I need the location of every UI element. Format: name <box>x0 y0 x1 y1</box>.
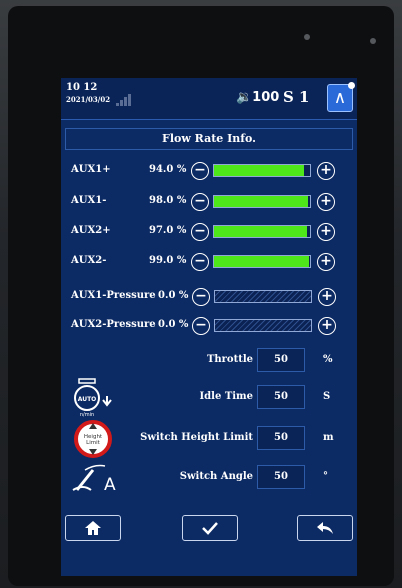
flow-label: AUX2+ <box>71 225 111 236</box>
svg-text:Limit: Limit <box>86 440 100 446</box>
flow-bar-fill <box>214 226 308 237</box>
flow-bar <box>214 290 312 303</box>
volume-indicator: 🔉100 <box>236 90 280 105</box>
increase-button[interactable]: + <box>317 162 335 180</box>
page-title: Flow Rate Info. <box>65 128 353 150</box>
switch-height-limit-input[interactable]: 50 <box>257 426 305 450</box>
flow-row-aux1-: AUX1+ 94.0 % − + <box>61 161 357 181</box>
decrease-button[interactable]: − <box>191 253 209 271</box>
flow-bar-fill <box>214 256 310 267</box>
flow-bar <box>214 319 312 332</box>
camera-dot <box>304 34 310 40</box>
screen: 10 12 2021/03/02 🔉100 S 1 ∧ Flow Rate In… <box>61 78 357 576</box>
switch-angle-icon: A <box>71 460 119 495</box>
decrease-button[interactable]: − <box>191 223 209 241</box>
decrease-button[interactable]: − <box>192 317 210 335</box>
flow-percent: 0.0 % <box>158 319 189 330</box>
param-label: Throttle <box>206 354 253 365</box>
increase-button[interactable]: + <box>317 253 335 271</box>
increase-button[interactable]: + <box>317 223 335 241</box>
param-unit: ° <box>323 471 328 482</box>
tool-icon[interactable]: ∧ <box>327 82 355 112</box>
flow-percent: 94.0 % <box>149 164 187 175</box>
flow-bar-fill <box>214 196 309 207</box>
confirm-button[interactable] <box>182 515 238 541</box>
increase-button[interactable]: + <box>318 317 336 335</box>
flow-label: AUX2- <box>71 255 107 266</box>
flow-percent: 0.0 % <box>158 290 189 301</box>
flow-row-aux2-pressure: AUX2-Pressure 0.0 % − + <box>61 316 357 336</box>
home-icon <box>85 521 101 535</box>
flow-bar <box>213 255 311 268</box>
flow-row-aux2-: AUX2+ 97.0 % − + <box>61 222 357 242</box>
idle-time-input[interactable]: 50 <box>257 385 305 409</box>
switch-angle-input[interactable]: 50 <box>257 465 305 489</box>
param-label: Idle Time <box>199 391 254 402</box>
back-button[interactable] <box>297 515 353 541</box>
flow-bar <box>213 225 311 238</box>
throttle-input[interactable]: 50 <box>257 348 305 372</box>
clock-date: 2021/03/02 <box>66 95 111 104</box>
increase-button[interactable]: + <box>318 288 336 306</box>
flow-percent: 98.0 % <box>149 195 187 206</box>
flow-bar <box>213 195 311 208</box>
status-bar: 10 12 2021/03/02 🔉100 S 1 ∧ <box>61 78 357 120</box>
flow-row-aux2-: AUX2- 99.0 % − + <box>61 252 357 272</box>
decrease-button[interactable]: − <box>191 193 209 211</box>
sensor-dot <box>370 38 376 44</box>
param-unit: S <box>323 391 331 402</box>
param-unit: % <box>323 354 333 365</box>
auto-label: AUTO <box>78 396 97 403</box>
auto-sub-label: n/min <box>80 412 94 418</box>
s-value: S 1 <box>283 88 310 106</box>
flow-percent: 99.0 % <box>149 255 187 266</box>
increase-button[interactable]: + <box>317 193 335 211</box>
flow-bar <box>213 164 311 177</box>
flow-label: AUX1- <box>71 195 107 206</box>
flow-label: AUX1-Pressure <box>71 290 156 301</box>
home-button[interactable] <box>65 515 121 541</box>
clock-time: 10 12 <box>66 82 98 93</box>
flow-row-aux1-: AUX1- 98.0 % − + <box>61 192 357 212</box>
param-throttle: Throttle 50 % <box>61 347 357 373</box>
decrease-button[interactable]: − <box>192 288 210 306</box>
flow-percent: 97.0 % <box>149 225 187 236</box>
flow-bar-fill <box>214 165 305 176</box>
param-label: Switch Height Limit <box>140 432 253 443</box>
check-icon <box>202 522 218 535</box>
flow-row-aux1-pressure: AUX1-Pressure 0.0 % − + <box>61 287 357 307</box>
flow-label: AUX2-Pressure <box>71 319 156 330</box>
flow-label: AUX1+ <box>71 164 111 175</box>
height-limit-icon: Height Limit <box>73 419 113 459</box>
back-arrow-icon <box>317 522 333 534</box>
param-unit: m <box>323 432 334 443</box>
param-label: Switch Angle <box>179 471 253 482</box>
signal-icon <box>116 92 134 106</box>
decrease-button[interactable]: − <box>191 162 209 180</box>
auto-idle-icon: AUTO n/min <box>71 376 121 418</box>
notification-dot <box>348 82 355 89</box>
angle-letter: A <box>104 475 116 494</box>
